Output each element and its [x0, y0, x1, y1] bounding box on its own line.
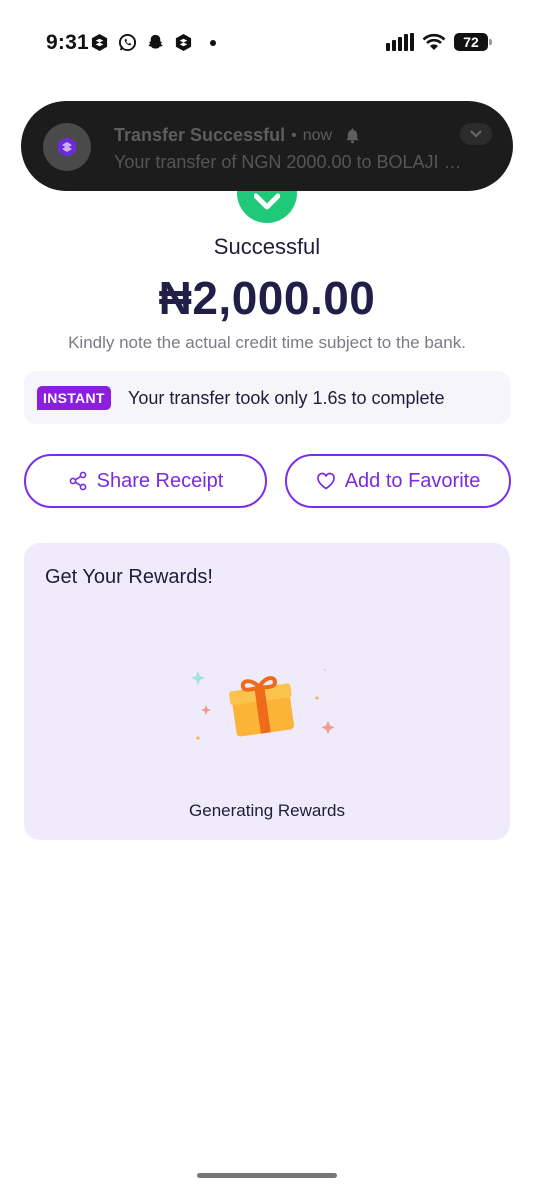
app-logo-icon	[43, 123, 91, 171]
signal-icon	[386, 33, 414, 51]
wifi-icon	[422, 33, 446, 50]
instant-banner: INSTANT Your transfer took only 1.6s to …	[24, 371, 510, 424]
gift-icon	[191, 668, 335, 740]
add-to-favorite-button[interactable]: Add to Favorite	[285, 454, 511, 508]
dot-icon	[210, 39, 216, 46]
instant-text: Your transfer took only 1.6s to complete	[128, 388, 445, 408]
whatsapp-icon	[118, 33, 137, 52]
chevron-down-icon[interactable]	[460, 123, 492, 145]
app-icon	[175, 33, 192, 52]
share-receipt-button[interactable]: Share Receipt	[24, 454, 267, 508]
rewards-status: Generating Rewards	[189, 801, 345, 820]
status-notification-icons	[90, 33, 216, 52]
status-system-icons: 72	[386, 33, 492, 51]
notification-time: now	[302, 126, 333, 144]
home-indicator[interactable]	[197, 1173, 337, 1178]
bell-icon	[346, 128, 359, 144]
app-icon	[91, 33, 108, 52]
instant-badge: INSTANT	[37, 386, 111, 410]
share-icon	[69, 471, 87, 491]
transfer-status: Successful	[213, 234, 321, 259]
notification-separator: •	[291, 126, 297, 144]
heart-icon	[316, 472, 335, 490]
battery-icon: 72	[454, 33, 492, 51]
notification-header: Transfer Successful • now	[114, 125, 361, 146]
credit-time-note: Kindly note the actual credit time subje…	[68, 333, 466, 352]
transfer-success-screen: 9:31 72 Transfer Successful • now Your t…	[0, 0, 534, 1199]
status-time: 9:31	[46, 31, 89, 54]
rewards-card: Get Your Rewards! Generating Rewards	[24, 543, 510, 840]
transfer-amount: ₦2,000.00	[158, 272, 376, 324]
status-bar: 9:31 72	[0, 0, 534, 80]
notification-title: Transfer Successful	[114, 125, 286, 145]
notification-body: Your transfer of NGN 2000.00 to BOLAJI …	[114, 152, 462, 172]
snapchat-icon	[148, 34, 163, 49]
battery-level: 72	[463, 34, 479, 50]
add-to-favorite-label: Add to Favorite	[344, 469, 481, 492]
push-notification[interactable]: Transfer Successful • now Your transfer …	[21, 101, 513, 191]
share-receipt-label: Share Receipt	[96, 469, 224, 492]
rewards-title: Get Your Rewards!	[45, 566, 213, 588]
